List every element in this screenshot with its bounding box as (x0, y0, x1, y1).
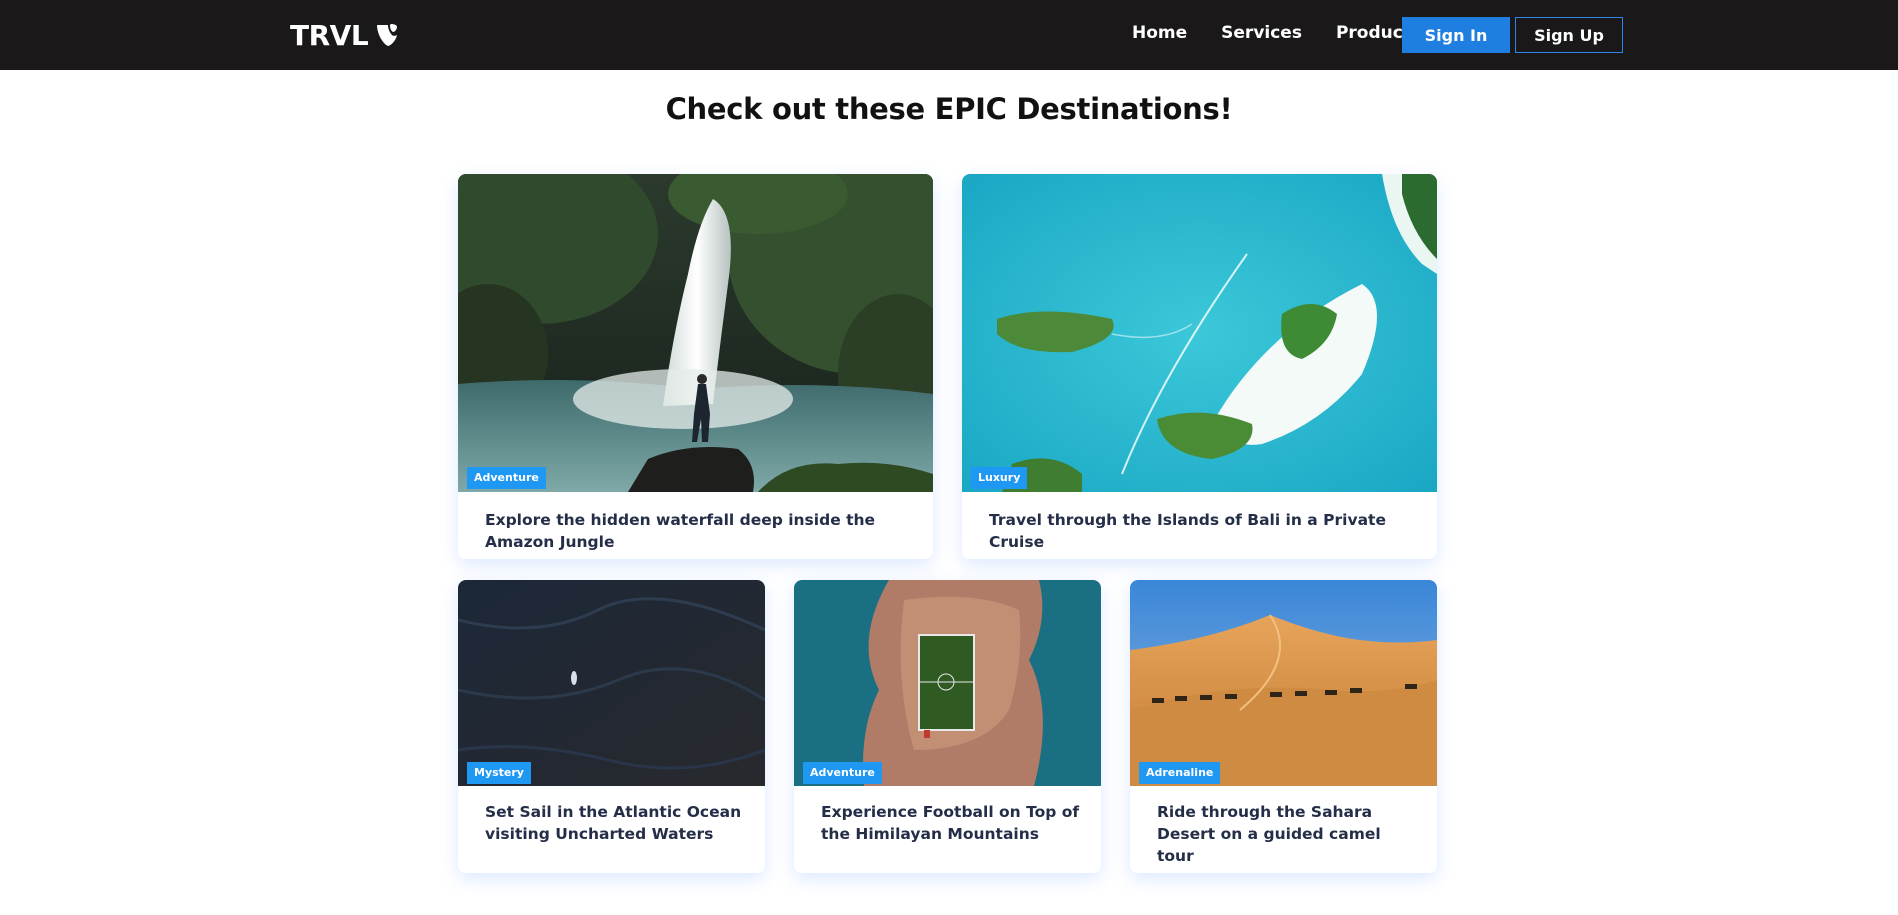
card-image-ocean (458, 580, 765, 786)
destination-card-bali[interactable]: Luxury Travel through the Islands of Bal… (962, 174, 1437, 559)
card-title: Travel through the Islands of Bali in a … (989, 511, 1386, 551)
page-title: Check out these EPIC Destinations! (665, 92, 1233, 126)
nav-link-home[interactable]: Home (1115, 22, 1204, 44)
destination-card-waterfall[interactable]: Adventure Explore the hidden waterfall d… (458, 174, 933, 559)
category-badge: Adventure (803, 762, 882, 784)
typo3-shield-icon (374, 22, 400, 48)
logo-text: TRVL (290, 18, 369, 52)
card-title: Ride through the Sahara Desert on a guid… (1157, 803, 1381, 865)
sign-in-button[interactable]: Sign In (1402, 17, 1510, 53)
card-image-waterfall (458, 174, 933, 492)
sign-up-button[interactable]: Sign Up (1515, 17, 1623, 53)
category-badge: Adrenaline (1139, 762, 1221, 784)
card-image-sahara (1130, 580, 1437, 786)
destination-card-football[interactable]: Adventure Experience Football on Top of … (794, 580, 1101, 873)
category-badge: Adventure (467, 467, 546, 489)
nav-links: Home Services Products (1115, 22, 1438, 44)
logo[interactable]: TRVL (290, 15, 400, 55)
card-title: Experience Football on Top of the Himila… (821, 803, 1080, 843)
destination-card-sahara[interactable]: Adrenaline Ride through the Sahara Deser… (1130, 580, 1437, 873)
card-image-football (794, 580, 1101, 786)
card-image-bali (962, 174, 1437, 492)
destination-card-ocean[interactable]: Mystery Set Sail in the Atlantic Ocean v… (458, 580, 765, 873)
card-title: Explore the hidden waterfall deep inside… (485, 511, 876, 551)
card-title: Set Sail in the Atlantic Ocean visiting … (485, 803, 742, 843)
navbar: TRVL Home Services Products Sign In Sign… (0, 0, 1898, 70)
category-badge: Luxury (971, 467, 1028, 489)
nav-link-services[interactable]: Services (1204, 22, 1319, 44)
category-badge: Mystery (467, 762, 531, 784)
